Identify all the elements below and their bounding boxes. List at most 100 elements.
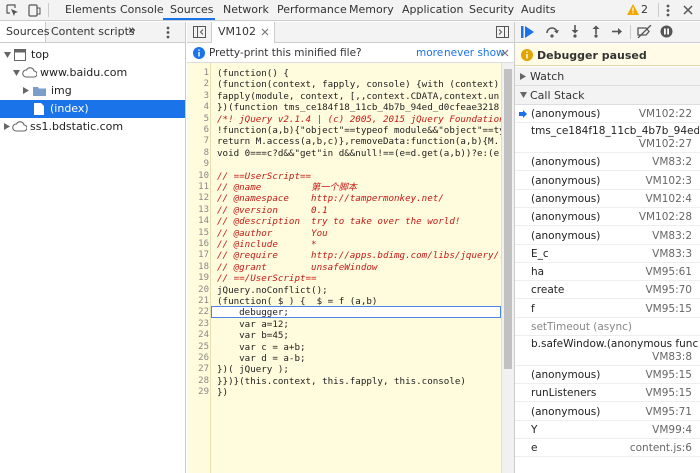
line-number[interactable]: 12 [187,193,209,204]
frame-location[interactable]: VM95:70 [645,281,692,299]
close-icon[interactable] [682,4,694,16]
call-frame[interactable]: (anonymous) VM95:15 [515,366,700,384]
pause-on-exceptions-icon[interactable] [660,25,673,38]
frame-location[interactable]: VM83:2 [652,227,692,245]
collapse-arrow-icon[interactable] [23,87,29,94]
frame-location[interactable]: content.js:6 [630,439,692,457]
tab-security[interactable]: Security [469,0,514,20]
watch-section-header[interactable]: Watch [515,67,700,86]
line-number[interactable]: 13 [187,205,209,216]
call-frame[interactable]: f VM95:15 [515,300,700,318]
line-number[interactable]: 16 [187,239,209,250]
tab-sources[interactable]: Sources [170,0,214,20]
line-number[interactable]: 21 [187,296,209,307]
frame-location[interactable]: VM102:27 [639,136,692,152]
tab-performance[interactable]: Performance [277,0,347,20]
deactivate-breakpoints-icon[interactable] [637,25,652,38]
line-number[interactable]: 26 [187,353,209,364]
line-number[interactable]: 19 [187,273,209,284]
line-number[interactable]: 24 [187,330,209,341]
line-number[interactable]: 3 [187,91,209,102]
frame-location[interactable]: VM102:22 [639,105,692,123]
call-frame[interactable]: (anonymous) VM102:28 [515,208,700,227]
call-frame[interactable]: (anonymous) VM83:2 [515,153,700,172]
close-infobar-icon[interactable] [501,49,509,57]
tree-item-ss1-bdstatic-com[interactable]: ss1.bdstatic.com [0,118,185,136]
line-number-gutter[interactable]: 1 2 3 4 5 6 7 8 9 10 11 12 13 14 15 16 17 18 19 20 21 22 23 24 2… [187,63,211,473]
tab-audits[interactable]: Audits [521,0,556,20]
line-number[interactable]: 25 [187,342,209,353]
frame-location[interactable]: VM83:8 [652,349,692,365]
tab-network[interactable]: Network [223,0,269,20]
tree-item-img[interactable]: img [0,82,185,100]
step-over-icon[interactable] [545,25,559,38]
tree-item-index[interactable]: (index) [0,100,185,118]
toggle-debugger-icon[interactable] [496,26,509,38]
scrollbar-thumb[interactable] [504,69,512,369]
tab-elements[interactable]: Elements [65,0,116,20]
frame-location[interactable]: VM102:4 [645,190,692,208]
more-options-icon[interactable] [166,26,170,39]
call-frame[interactable]: (anonymous) VM95:71 [515,403,700,421]
line-number[interactable]: 28 [187,376,209,387]
close-tab-icon[interactable] [261,28,269,36]
line-number[interactable]: 10 [187,171,209,182]
line-number[interactable]: 9 [187,159,209,170]
line-number[interactable]: 27 [187,364,209,375]
frame-location[interactable]: VM83:3 [652,245,692,263]
collapse-arrow-icon[interactable] [4,123,10,130]
call-frame[interactable]: b.safeWindow.(anonymous func... VM83:8 [515,336,700,366]
step-icon[interactable] [611,25,623,38]
more-options-icon[interactable] [666,4,670,17]
line-number[interactable]: 29 [187,387,209,398]
step-out-icon[interactable] [590,25,602,38]
tree-item-www-baidu-com[interactable]: www.baidu.com [0,64,185,82]
step-into-icon[interactable] [569,25,581,38]
call-frame[interactable]: (anonymous) VM102:4 [515,190,700,208]
frame-location[interactable]: VM95:15 [645,366,692,384]
line-number[interactable]: 7 [187,136,209,147]
call-frame[interactable]: E_c VM83:3 [515,245,700,263]
line-number[interactable]: 8 [187,148,209,159]
line-number[interactable]: 20 [187,285,209,296]
line-number[interactable]: 14 [187,216,209,227]
line-number[interactable]: 15 [187,228,209,239]
frame-location[interactable]: VM95:71 [645,403,692,421]
call-frame[interactable]: create VM95:70 [515,281,700,300]
call-frame[interactable]: (anonymous) VM102:3 [515,172,700,190]
tab-memory[interactable]: Memory [349,0,394,20]
frame-location[interactable]: VM102:3 [645,172,692,190]
line-number[interactable]: 22 [187,307,209,318]
editor-scrollbar[interactable] [501,63,514,473]
line-number[interactable]: 4 [187,102,209,113]
call-frame[interactable]: Y VM99:4 [515,421,700,439]
tab-content-scripts[interactable]: Content scripts [51,25,135,38]
line-number[interactable]: 18 [187,262,209,273]
line-number[interactable]: 1 [187,68,209,79]
call-frame[interactable]: runListeners VM95:15 [515,384,700,403]
frame-location[interactable]: VM83:2 [652,153,692,171]
tree-item-top[interactable]: top [0,46,185,64]
expand-arrow-icon[interactable] [4,52,11,58]
call-frame[interactable]: e content.js:6 [515,439,700,458]
toggle-navigator-icon[interactable] [193,26,206,38]
line-number[interactable]: 2 [187,79,209,90]
warning-icon[interactable] [627,4,639,15]
call-frame[interactable]: ha VM95:61 [515,263,700,282]
more-tabs-button[interactable]: » [128,23,136,38]
device-toolbar-icon[interactable] [28,4,41,17]
line-number[interactable]: 23 [187,319,209,330]
resume-icon[interactable] [521,26,534,38]
tab-application[interactable]: Application [402,0,463,20]
frame-location[interactable]: VM95:15 [645,300,692,318]
pretty-print-more-link[interactable]: more [416,47,443,59]
frame-location[interactable]: VM95:61 [645,263,692,281]
line-number[interactable]: 5 [187,114,209,125]
line-number[interactable]: 6 [187,125,209,136]
frame-location[interactable]: VM95:15 [645,384,692,402]
expand-arrow-icon[interactable] [13,70,20,76]
inspect-element-icon[interactable] [6,4,19,17]
never-show-link[interactable]: never show [444,47,505,59]
frame-location[interactable]: VM102:28 [639,208,692,226]
call-frame[interactable]: (anonymous) VM83:2 [515,227,700,245]
